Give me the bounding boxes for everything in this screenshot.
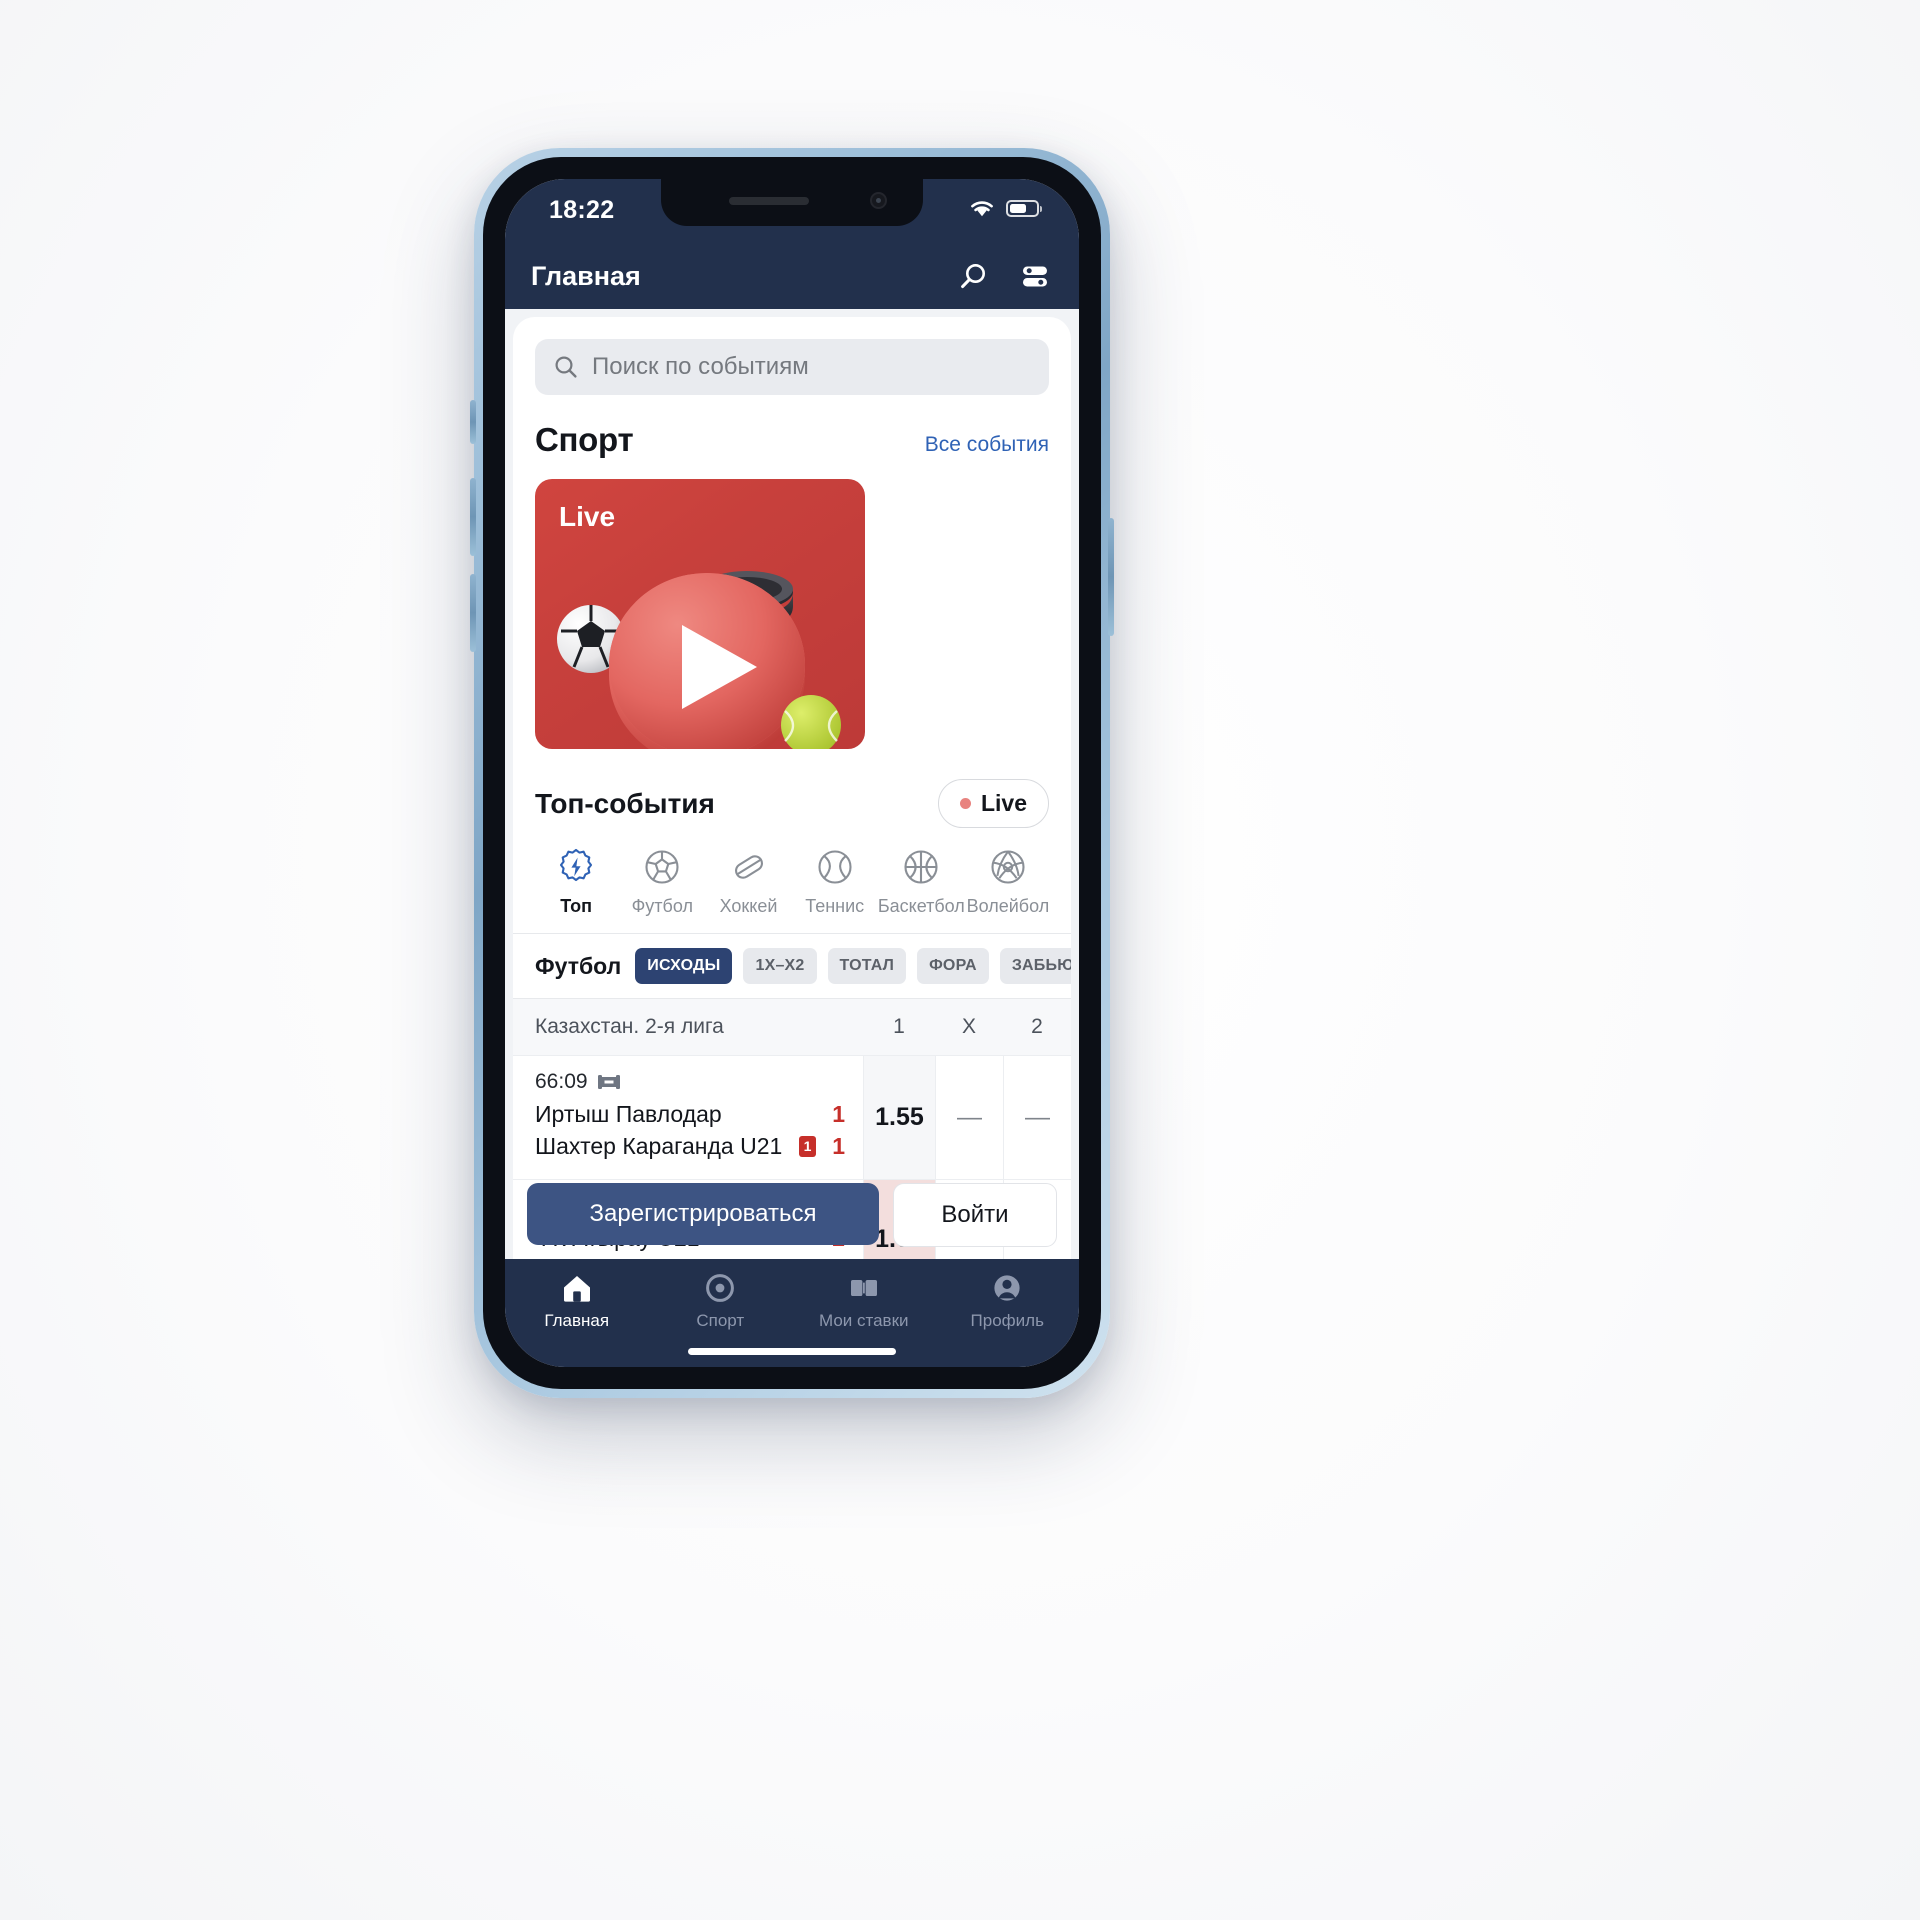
match-time-line: 66:09 (535, 1070, 863, 1094)
app-navigation-bar: Главная (505, 243, 1079, 309)
search-input[interactable]: Поиск по событиям (535, 339, 1049, 395)
live-banner-label: Live (559, 501, 616, 532)
mute-switch[interactable] (470, 400, 476, 444)
sport-tab-volleyball[interactable]: Волейбол (965, 846, 1051, 917)
sport-category-tabs: Топ Футбол Хоккей Теннис Баскетбол Волей… (513, 828, 1071, 917)
register-button[interactable]: Зарегистрироваться (527, 1183, 879, 1245)
sport-tab-tennis[interactable]: Теннис (792, 846, 878, 917)
tab-label: Главная (544, 1311, 610, 1330)
top-events-header: Топ-события Live (513, 749, 1071, 828)
sport-section-title: Спорт (535, 421, 634, 458)
volume-up-button[interactable] (470, 478, 476, 556)
sport-tab-label: Баскетбол (877, 896, 965, 916)
tab-home[interactable]: Главная (505, 1271, 649, 1331)
tab-label: Спорт (696, 1311, 745, 1330)
odds-column-header-1: 1 (893, 1015, 905, 1038)
odds-button-x[interactable]: — (935, 1056, 1003, 1179)
sport-section-header: Спорт Все события (513, 395, 1071, 459)
navbar-actions (957, 260, 1051, 292)
tab-sport[interactable]: Спорт (649, 1271, 793, 1331)
profile-person-icon (994, 1275, 1020, 1301)
table-row[interactable]: 66:09 Иртыш Павлодар 1 Шахтер Караганда … (513, 1055, 1071, 1179)
page-title: Главная (531, 260, 641, 291)
sport-tab-hockey[interactable]: Хоккей (705, 846, 791, 917)
match-info: 66:09 Иртыш Павлодар 1 Шахтер Караганда … (513, 1056, 863, 1179)
team-score: 1 (832, 1133, 845, 1159)
live-filter-chip[interactable]: Live (937, 779, 1049, 828)
search-icon (555, 356, 577, 378)
hockey-puck-icon (734, 855, 763, 879)
filter-chip-ishody[interactable]: ИСХОДЫ (635, 948, 733, 984)
match-time: 66:09 (535, 1070, 588, 1093)
sport-tab-football[interactable]: Футбол (619, 846, 705, 917)
sport-tab-label: Теннис (805, 896, 865, 916)
sport-target-icon (706, 1274, 735, 1302)
odds-column-header-2: 2 (1031, 1015, 1043, 1038)
content-card: Поиск по событиям Спорт Все события Live (513, 317, 1071, 1271)
battery-icon (1006, 199, 1042, 217)
tab-label: Мои ставки (818, 1311, 909, 1330)
odds-button-1[interactable]: 1.55 (863, 1056, 935, 1179)
soccer-ball-icon (645, 850, 679, 884)
home-indicator (688, 1348, 896, 1355)
match-away-team-line: Шахтер Караганда U21 1 1 (535, 1133, 863, 1160)
phone-screen: 18:22 Главная Поиск по событиям Спорт Вс… (505, 179, 1079, 1367)
my-bets-ticket-icon (850, 1280, 877, 1296)
search-section: Поиск по событиям (513, 317, 1071, 395)
all-events-link[interactable]: Все события (925, 433, 1049, 457)
live-scoreboard-icon (597, 1075, 620, 1089)
filter-sport-label: Футбол (535, 952, 622, 979)
live-promo-banner[interactable]: Live (535, 479, 865, 749)
search-icon[interactable] (957, 260, 989, 292)
login-button[interactable]: Войти (893, 1183, 1057, 1247)
team-score: 1 (832, 1101, 845, 1127)
live-chip-label: Live (980, 790, 1027, 816)
power-button[interactable] (1108, 518, 1114, 636)
phone-device-frame: 18:22 Главная Поиск по событиям Спорт Вс… (470, 148, 1114, 1398)
screenshot-stage: 18:22 Главная Поиск по событиям Спорт Вс… (0, 0, 1920, 1920)
league-name: Казахстан. 2-я лига (535, 1015, 724, 1038)
status-bar-time: 18:22 (549, 196, 615, 224)
sport-tab-top[interactable]: Топ (533, 846, 619, 917)
red-card-badge: 1 (799, 1136, 816, 1157)
top-events-title: Топ-события (535, 787, 715, 819)
status-bar-indicators (967, 197, 1042, 219)
live-indicator-dot (959, 798, 971, 809)
home-icon (563, 1276, 590, 1302)
league-header-row: Казахстан. 2-я лига 1 X 2 (513, 998, 1071, 1055)
volleyball-icon (991, 850, 1025, 884)
sport-tab-basketball[interactable]: Баскетбол (878, 846, 965, 917)
team-name: Шахтер Караганда U21 (535, 1133, 783, 1159)
volume-down-button[interactable] (470, 574, 476, 652)
front-camera (870, 192, 887, 209)
wifi-icon (971, 201, 993, 217)
sport-tab-label: Хоккей (719, 896, 778, 916)
sliders-settings-icon[interactable] (1019, 260, 1051, 292)
sport-tab-label: Волейбол (966, 896, 1050, 916)
phone-bezel: 18:22 Главная Поиск по событиям Спорт Вс… (483, 157, 1101, 1389)
sport-tab-label: Топ (560, 896, 592, 916)
match-home-team-line: Иртыш Павлодар 1 (535, 1101, 863, 1128)
top-badge-lightning-icon (560, 848, 593, 882)
tab-profile[interactable]: Профиль (936, 1271, 1080, 1331)
device-notch (661, 179, 923, 226)
tab-label: Профиль (970, 1311, 1044, 1330)
filter-chip-fora[interactable]: ФОРА (917, 948, 989, 984)
bet-type-filter-row: Футбол ИСХОДЫ 1X–X2 ТОТАЛ ФОРА ЗАБЬЮТ ГО… (513, 933, 1071, 998)
tab-my-bets[interactable]: Мои ставки (792, 1271, 936, 1331)
filter-chip-1x-x2[interactable]: 1X–X2 (743, 948, 817, 984)
odds-column-header-x: X (961, 1015, 976, 1038)
filter-chip-total[interactable]: ТОТАЛ (827, 948, 907, 984)
tennis-ball-icon (818, 850, 852, 884)
basketball-icon (904, 850, 938, 884)
filter-chip-goal[interactable]: ЗАБЬЮТ ГОЛ (999, 948, 1071, 984)
sport-tab-label: Футбол (631, 896, 693, 916)
search-placeholder-text: Поиск по событиям (592, 353, 809, 380)
earpiece-speaker (729, 197, 809, 205)
team-name: Иртыш Павлодар (535, 1101, 722, 1127)
odds-button-2[interactable]: — (1003, 1056, 1071, 1179)
scroll-content[interactable]: Поиск по событиям Спорт Все события Live (505, 309, 1079, 1271)
